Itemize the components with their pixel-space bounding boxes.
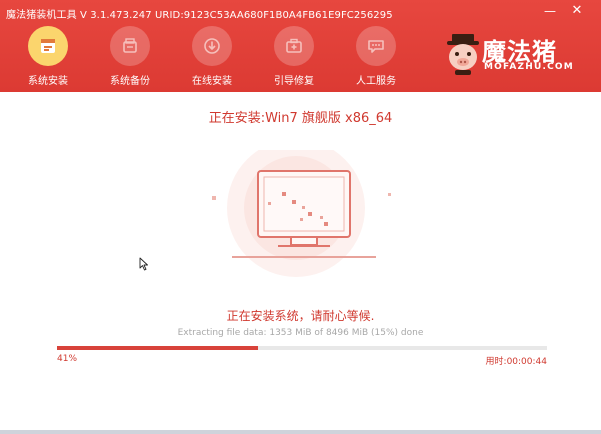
nav-item-boot-repair[interactable]: 引导修复 [259, 26, 329, 90]
header-bar: 魔法猪装机工具 V 3.1.473.247 URID:9123C53AA680F… [0, 0, 601, 92]
nav-label-chat-service: 人工服务 [356, 76, 396, 87]
close-button[interactable]: ✕ [569, 4, 585, 18]
brand-domain: MOFAZHU.COM [484, 62, 574, 72]
brand-logo: 魔法猪 MOFAZHU.COM [444, 30, 594, 80]
nav-item-system-backup[interactable]: 系统备份 [95, 26, 165, 90]
boot-repair-icon [274, 26, 314, 66]
extract-progress-text: Extracting file data: 1353 MiB of 8496 M… [177, 328, 424, 338]
progress-percent: 41% [57, 354, 78, 364]
system-backup-icon [110, 26, 150, 66]
nav-label-online-install: 在线安装 [192, 76, 232, 87]
nav-label-system-install: 系统安装 [28, 76, 68, 87]
nav-item-chat-service[interactable]: 人工服务 [341, 26, 411, 90]
monitor-install-illustration [212, 150, 391, 277]
install-progress-bar [57, 346, 547, 350]
install-status-text: 正在安装系统，请耐心等候. [226, 309, 375, 323]
nav-item-online-install[interactable]: 在线安装 [177, 26, 247, 90]
install-title: 正在安装:Win7 旗舰版 x86_64 [208, 111, 393, 126]
online-install-icon [192, 26, 232, 66]
system-install-icon [28, 26, 68, 66]
minimize-button[interactable]: — [542, 4, 558, 18]
nav-label-boot-repair: 引导修复 [274, 76, 314, 87]
install-progress-fill [57, 346, 258, 350]
chat-service-icon [356, 26, 396, 66]
window-title: 魔法猪装机工具 V 3.1.473.247 URID:9123C53AA680F… [6, 10, 393, 21]
nav-label-system-backup: 系统备份 [110, 76, 150, 87]
taskbar-strip [0, 430, 601, 434]
installer-window: 魔法猪装机工具 V 3.1.473.247 URID:9123C53AA680F… [0, 0, 601, 434]
pig-mascot-icon [447, 34, 479, 75]
elapsed-time: 用时:00:00:44 [485, 357, 547, 367]
nav-item-system-install[interactable]: 系统安装 [13, 26, 83, 90]
mouse-cursor-icon [139, 257, 148, 271]
